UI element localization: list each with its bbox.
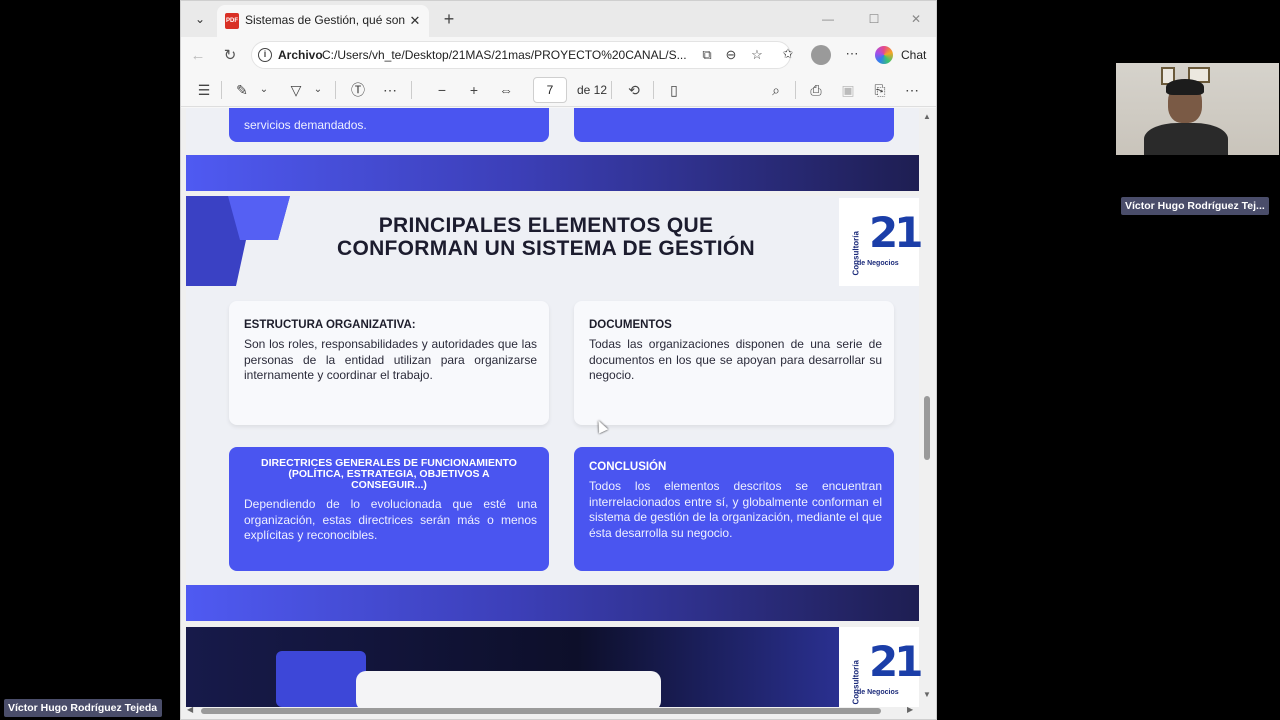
previous-card-left: servicios demandados.: [229, 108, 549, 142]
draw-icon[interactable]: ▽: [285, 80, 307, 100]
favorite-star-icon[interactable]: ☆: [748, 46, 766, 64]
card-directrices-title: DIRECTRICES GENERALES DE FUNCIONAMIENTO …: [261, 457, 517, 491]
pdf-toolbar: ☰ ✎ ⌄ ▽ ⌄ Ⓣ ⋯ − + ⇔ 7 de 12 ⟲ ▯ ⌕ ⎙ ▣ ⎘ …: [181, 73, 936, 107]
pdf-page-current: PRINCIPALES ELEMENTOS QUE CONFORMAN UN S…: [186, 196, 923, 584]
previous-card-right: [574, 108, 894, 142]
scroll-right-icon[interactable]: ▶: [907, 705, 913, 714]
card-directrices-text: Dependiendo de lo evolucionada que esté …: [244, 497, 537, 542]
logo-subtitle: de Negocios: [857, 689, 899, 696]
previous-card-text: servicios demandados.: [244, 118, 367, 132]
close-window-icon[interactable]: ✕: [901, 9, 931, 29]
next-slide-shape: [276, 651, 366, 707]
zoom-in-icon[interactable]: +: [463, 80, 485, 100]
back-arrow-icon[interactable]: ←: [187, 45, 209, 67]
reader-mode-icon[interactable]: ⧉: [698, 46, 716, 64]
save-icon[interactable]: ▣: [837, 80, 859, 100]
more-tools-icon[interactable]: ⋯: [379, 80, 401, 100]
zoom-icon[interactable]: ⊖: [722, 46, 740, 64]
chat-button[interactable]: Chat: [871, 43, 931, 67]
rotate-icon[interactable]: ⟲: [623, 80, 645, 100]
tab-list-chevron-icon[interactable]: ⌄: [189, 9, 211, 29]
maximize-icon[interactable]: ☐: [859, 9, 889, 29]
card-directrices: DIRECTRICES GENERALES DE FUNCIONAMIENTO …: [229, 447, 549, 571]
card-conclusion-title: CONCLUSIÓN: [589, 461, 667, 473]
minimize-icon[interactable]: —: [813, 9, 843, 29]
toolbar-divider: [653, 81, 654, 99]
pdf-page-next: Consultoría 21 de Negocios: [186, 627, 923, 711]
company-logo: Consultoría 21 de Negocios: [839, 627, 923, 707]
fit-page-icon[interactable]: ⇔: [495, 80, 517, 100]
new-tab-plus-icon[interactable]: +: [439, 9, 459, 29]
close-tab-icon[interactable]: ✕: [407, 12, 423, 30]
page-view-icon[interactable]: ▯: [663, 80, 685, 100]
tab-active[interactable]: PDF Sistemas de Gestión, qué son, actu ✕: [217, 5, 429, 37]
vertical-scroll-thumb[interactable]: [924, 396, 930, 460]
decorative-shape: [186, 196, 290, 286]
print-icon[interactable]: ⎙: [805, 80, 827, 100]
logo-subtitle: de Negocios: [857, 260, 899, 267]
highlight-icon[interactable]: ✎: [231, 80, 253, 100]
logo-number: 21: [869, 637, 923, 686]
page-number-input[interactable]: 7: [533, 77, 567, 103]
save-as-icon[interactable]: ⎘: [869, 80, 891, 100]
slide-heading-line2: CONFORMAN UN SISTEMA DE GESTIÓN: [336, 237, 756, 260]
pdf-page-previous: servicios demandados.: [186, 108, 919, 154]
chat-label: Chat: [901, 48, 927, 62]
card-estructura-title: ESTRUCTURA ORGANIZATIVA:: [244, 319, 416, 331]
chevron-down-icon[interactable]: ⌄: [253, 80, 275, 100]
profile-avatar[interactable]: [811, 45, 831, 65]
vertical-scrollbar[interactable]: ▲ ▼: [920, 108, 934, 703]
pdf-icon: PDF: [225, 13, 239, 29]
omnibox[interactable]: i Archivo C:/Users/vh_te/Desktop/21MAS/2…: [251, 41, 791, 69]
company-logo: Consultoría 21 de Negocios: [839, 198, 923, 286]
page-total: de 12: [577, 83, 608, 97]
logo-number: 21: [869, 208, 923, 257]
browser-window: ⌄ PDF Sistemas de Gestión, qué son, actu…: [180, 0, 937, 720]
card-estructura: ESTRUCTURA ORGANIZATIVA: Son los roles, …: [229, 301, 549, 425]
url-text[interactable]: C:/Users/vh_te/Desktop/21MAS/21mas/PROYE…: [322, 48, 692, 62]
card-documentos-title: DOCUMENTOS: [589, 319, 672, 331]
zoom-out-icon[interactable]: −: [431, 80, 453, 100]
contents-list-icon[interactable]: ☰: [193, 80, 215, 100]
address-bar: ← ↻ i Archivo C:/Users/vh_te/Desktop/21M…: [181, 37, 936, 73]
file-label: Archivo: [278, 48, 323, 62]
toolbar-divider: [411, 81, 412, 99]
tab-bar: ⌄ PDF Sistemas de Gestión, qué son, actu…: [181, 1, 936, 37]
participant-hair: [1166, 79, 1204, 95]
toolbar-divider: [611, 81, 612, 99]
slide-footer-band: [186, 585, 919, 621]
tab-title: Sistemas de Gestión, qué son, actu: [245, 13, 405, 27]
info-icon[interactable]: i: [258, 48, 272, 62]
pdf-viewer[interactable]: servicios demandados. PRINCIPALES ELEMEN…: [181, 108, 936, 719]
toolbar-divider: [795, 81, 796, 99]
scroll-up-icon[interactable]: ▲: [923, 112, 931, 121]
slide-header-band: [186, 155, 919, 191]
participant-body: [1144, 123, 1228, 155]
scroll-left-icon[interactable]: ◀: [187, 705, 193, 714]
toolbar-divider: [335, 81, 336, 99]
reload-icon[interactable]: ↻: [219, 45, 241, 67]
card-documentos-text: Todas las organizaciones disponen de una…: [589, 337, 882, 382]
chevron-down-icon[interactable]: ⌄: [307, 80, 329, 100]
self-name-label: Víctor Hugo Rodríguez Tejeda: [4, 699, 162, 717]
horizontal-scroll-thumb[interactable]: [201, 708, 881, 714]
card-conclusion: CONCLUSIÓN Todos los elementos descritos…: [574, 447, 894, 571]
slide-heading-line1: PRINCIPALES ELEMENTOS QUE: [378, 214, 714, 237]
participant-video[interactable]: [1116, 63, 1279, 155]
copilot-icon: [875, 46, 893, 64]
text-icon[interactable]: Ⓣ: [347, 80, 369, 100]
card-conclusion-text: Todos los elementos descritos se encuent…: [589, 479, 882, 540]
participant-name-label: Víctor Hugo Rodríguez Tej...: [1121, 197, 1269, 215]
favorites-icon[interactable]: ✩: [779, 45, 797, 63]
more-menu-icon[interactable]: ⋯: [843, 45, 861, 63]
card-estructura-text: Son los roles, responsabilidades y autor…: [244, 337, 537, 382]
search-icon[interactable]: ⌕: [765, 80, 787, 100]
horizontal-scrollbar[interactable]: ◀ ▶: [181, 703, 921, 719]
settings-more-icon[interactable]: ⋯: [901, 80, 923, 100]
toolbar-divider: [221, 81, 222, 99]
scroll-down-icon[interactable]: ▼: [923, 690, 931, 699]
card-documentos: DOCUMENTOS Todas las organizaciones disp…: [574, 301, 894, 425]
